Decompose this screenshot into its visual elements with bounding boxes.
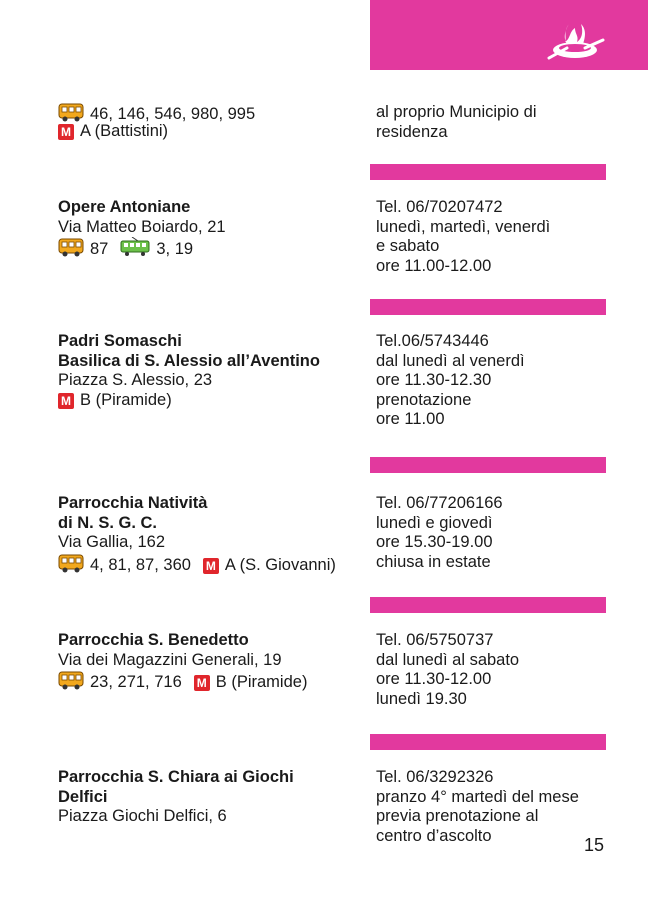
bus-routes: 4, 81, 87, 360 — [90, 555, 191, 574]
entry-name: Opere Antoniane — [58, 198, 191, 216]
entry-name: Parrocchia S. Benedetto — [58, 631, 249, 649]
section-divider — [370, 164, 606, 180]
transport-line: 23, 271, 716 M B (Piramide) — [58, 670, 308, 691]
entry-5-details: Parrocchia S. Benedetto Via dei Magazzin… — [58, 631, 308, 691]
info-line: al proprio Municipio di — [376, 103, 537, 121]
info-line: ore 11.30-12.00 — [376, 670, 492, 688]
entry-3-details: Padri Somaschi Basilica di S. Alessio al… — [58, 332, 320, 410]
transport-line: 4, 81, 87, 360 M A (S. Giovanni) — [58, 553, 336, 574]
entry-name: di N. S. G. C. — [58, 513, 158, 532]
bus-routes: 46, 146, 546, 980, 995 — [90, 105, 256, 123]
header-accent-band — [370, 0, 648, 70]
info-line: Tel. 06/70207472 — [376, 198, 503, 216]
info-line: prenotazione — [376, 390, 472, 409]
bus-icon — [58, 237, 84, 257]
entry-6-info: Tel. 06/3292326 pranzo 4° martedì del me… — [376, 768, 579, 846]
entry-address: Via Matteo Boiardo, 21 — [58, 217, 226, 236]
entry-6-details: Parrocchia S. Chiara ai Giochi Delfici P… — [58, 768, 294, 827]
info-line: ore 11.30-12.30 — [376, 371, 492, 389]
info-line: Tel. 06/3292326 — [376, 768, 494, 786]
section-divider — [370, 299, 606, 315]
metro-line: M B (Piramide) — [58, 391, 320, 411]
tram-routes: 3, 19 — [156, 240, 194, 258]
entry-address: Piazza Giochi Delfici, 6 — [58, 807, 227, 825]
entry-name: Parrocchia Natività — [58, 494, 208, 512]
entry-name: Delfici — [58, 787, 108, 806]
transport-line: 87 3, 19 — [58, 237, 226, 258]
info-line: dal lunedì al venerdì — [376, 351, 525, 370]
metro-stop: B (Piramide) — [215, 673, 308, 691]
entry-1-transport: 46, 146, 546, 980, 995 M A (Battistini) — [58, 102, 255, 141]
info-line: residenza — [376, 122, 448, 141]
info-line: dal lunedì al sabato — [376, 650, 520, 669]
info-line: Tel. 06/5750737 — [376, 631, 494, 649]
info-line: pranzo 4° martedì del mese — [376, 787, 579, 806]
metro-stop: A (S. Giovanni) — [224, 555, 336, 574]
entry-5-info: Tel. 06/5750737 dal lunedì al sabato ore… — [376, 631, 519, 709]
metro-icon: M — [58, 123, 74, 140]
entry-1-info: al proprio Municipio di residenza — [376, 103, 537, 142]
metro-stop: A (Battistini) — [80, 121, 169, 140]
entry-address: Via Gallia, 162 — [58, 533, 166, 551]
info-line: e sabato — [376, 237, 440, 255]
info-line: ore 15.30-19.00 — [376, 533, 493, 551]
entry-name: Parrocchia S. Chiara ai Giochi — [58, 768, 294, 786]
info-line: lunedì, martedì, venerdì — [376, 217, 551, 236]
metro-icon: M — [58, 392, 74, 409]
entry-2-info: Tel. 06/70207472 lunedì, martedì, venerd… — [376, 198, 550, 276]
metro-stop: B (Piramide) — [80, 390, 172, 409]
entry-2-details: Opere Antoniane Via Matteo Boiardo, 21 8… — [58, 198, 226, 258]
entry-address: Piazza S. Alessio, 23 — [58, 371, 213, 389]
bus-icon — [58, 553, 84, 573]
bus-routes: 23, 271, 716 — [90, 673, 182, 691]
bus-icon — [58, 102, 84, 122]
bus-routes: 87 — [90, 240, 109, 258]
info-line: Tel. 06/77206166 — [376, 494, 503, 512]
info-line: previa prenotazione al — [376, 807, 539, 825]
section-divider — [370, 734, 606, 750]
info-line: Tel.06/5743446 — [376, 332, 489, 350]
info-line: lunedì 19.30 — [376, 689, 467, 708]
page-number: 15 — [584, 835, 605, 855]
section-divider — [370, 597, 606, 613]
info-line: ore 11.00-12.00 — [376, 256, 492, 275]
pot-flame-logo — [547, 24, 605, 60]
info-line: ore 11.00 — [376, 410, 445, 428]
tram-icon — [120, 237, 150, 257]
entry-3-info: Tel.06/5743446 dal lunedì al venerdì ore… — [376, 332, 525, 430]
bus-icon — [58, 670, 84, 690]
info-line: centro d’ascolto — [376, 826, 492, 845]
entry-name: Padri Somaschi — [58, 332, 182, 350]
entry-4-details: Parrocchia Natività di N. S. G. C. Via G… — [58, 494, 336, 574]
entry-4-info: Tel. 06/77206166 lunedì e giovedì ore 15… — [376, 494, 503, 572]
bus-line: 46, 146, 546, 980, 995 — [58, 102, 256, 123]
info-line: lunedì e giovedì — [376, 513, 493, 532]
metro-line: M A (Battistini) — [58, 122, 255, 142]
metro-icon: M — [202, 557, 219, 574]
entry-name: Basilica di S. Alessio all’Aventino — [58, 351, 320, 370]
info-line: chiusa in estate — [376, 552, 491, 571]
metro-icon: M — [193, 675, 210, 691]
section-divider — [370, 457, 606, 473]
entry-address: Via dei Magazzini Generali, 19 — [58, 650, 282, 669]
